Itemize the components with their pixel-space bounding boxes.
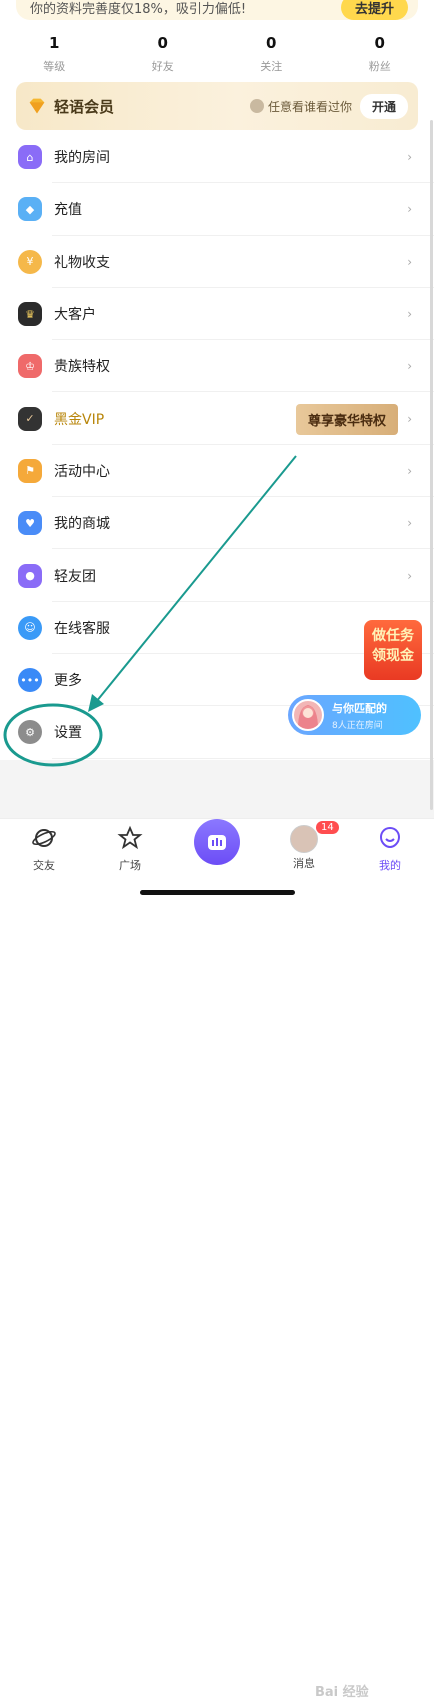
menu-item-my-shop[interactable]: ♥ 我的商城 › [0, 497, 434, 549]
chevron-right-icon: › [407, 359, 412, 373]
person-icon [250, 99, 264, 113]
profile-completeness-text: 你的资料完善度仅18%，吸引力偏低! [30, 0, 246, 17]
task-cash-float-button[interactable]: 做任务 领现金 [364, 620, 422, 680]
chevron-right-icon: › [407, 412, 412, 426]
stats-row: 1 等级 0 好友 0 关注 0 粉丝 [0, 34, 434, 74]
coin-icon: ¥ [18, 250, 42, 274]
vip-icon: ✓ [18, 407, 42, 431]
stat-following[interactable]: 0 关注 [217, 34, 326, 74]
chevron-right-icon: › [407, 464, 412, 478]
vip-feature-text: 任意看谁看过你 [268, 98, 352, 115]
stat-label: 等级 [0, 58, 109, 74]
star-icon [117, 825, 143, 851]
menu-item-gift-income[interactable]: ¥ 礼物收支 › [0, 236, 434, 288]
group-icon: ● [18, 564, 42, 588]
menu-item-noble-privilege[interactable]: ♔ 贵族特权 › [0, 340, 434, 392]
menu-item-label: 礼物收支 [54, 252, 407, 272]
more-dots-icon: ••• [18, 668, 42, 692]
vip-open-button[interactable]: 开通 [360, 94, 408, 119]
stat-label: 好友 [109, 58, 218, 74]
match-subtitle: 8人正在房间 [332, 718, 387, 731]
stat-value: 1 [0, 34, 109, 56]
stat-label: 粉丝 [326, 58, 434, 74]
luxury-privilege-tag[interactable]: 尊享豪华特权 [296, 404, 398, 435]
menu-item-label: 活动中心 [54, 461, 407, 481]
profile-completeness-banner: 你的资料完善度仅18%，吸引力偏低! 去提升 [16, 0, 418, 20]
menu-item-label: 更多 [54, 670, 412, 690]
stat-value: 0 [109, 34, 218, 56]
tab-label: 广场 [100, 857, 160, 873]
menu-item-label: 贵族特权 [54, 356, 407, 376]
match-float-button[interactable]: 与你匹配的 8人正在房间 [288, 695, 421, 735]
tab-social[interactable]: 交友 [14, 825, 74, 873]
menu-item-friend-group[interactable]: ● 轻友团 › [0, 549, 434, 601]
audio-room-icon [206, 831, 228, 853]
stat-value: 0 [326, 34, 434, 56]
menu-item-big-client[interactable]: ♛ 大客户 › [0, 288, 434, 340]
stat-level[interactable]: 1 等级 [0, 34, 109, 74]
home-indicator [140, 890, 295, 895]
bottom-tab-bar: 交友 广场 消息 14 我的 Bai 经验 [0, 818, 434, 909]
vip-title: 轻语会员 [54, 96, 250, 117]
shop-bag-icon: ♥ [18, 511, 42, 535]
chevron-right-icon: › [407, 150, 412, 164]
match-title: 与你匹配的 [332, 700, 387, 716]
menu-item-label: 我的房间 [54, 147, 407, 167]
menu-item-label: 轻友团 [54, 566, 407, 586]
stat-label: 关注 [217, 58, 326, 74]
match-avatar [292, 699, 324, 731]
gold-diamond-icon [26, 95, 48, 117]
menu-item-my-room[interactable]: ⌂ 我的房间 › [0, 131, 434, 183]
menu-item-activity-center[interactable]: ⚑ 活动中心 › [0, 445, 434, 497]
stat-friends[interactable]: 0 好友 [109, 34, 218, 74]
baidu-watermark: Bai 经验 [315, 1681, 369, 1700]
planet-icon [31, 825, 57, 851]
voice-room-center-button[interactable] [194, 819, 240, 865]
tab-label: 我的 [360, 857, 420, 873]
menu-item-label: 我的商城 [54, 513, 407, 533]
tab-square[interactable]: 广场 [100, 825, 160, 873]
tab-label: 交友 [14, 857, 74, 873]
chevron-right-icon: › [407, 569, 412, 583]
tab-label: 消息 [274, 855, 334, 871]
diamond-icon: ◆ [18, 197, 42, 221]
tab-mine[interactable]: 我的 [360, 825, 420, 873]
support-chat-icon: ☺ [18, 616, 42, 640]
unread-message-badge: 14 [316, 821, 339, 834]
vip-membership-card[interactable]: 轻语会员 任意看谁看过你 开通 [16, 82, 418, 130]
crown-icon: ♛ [18, 302, 42, 326]
stat-value: 0 [217, 34, 326, 56]
task-line-2: 领现金 [364, 646, 422, 666]
crown-badge-icon: ♔ [18, 354, 42, 378]
scrollbar[interactable] [430, 120, 433, 810]
chevron-right-icon: › [407, 202, 412, 216]
menu-item-black-gold-vip[interactable]: ✓ 黑金VIP 尊享豪华特权 › [0, 392, 434, 444]
chevron-right-icon: › [407, 307, 412, 321]
menu-item-label: 大客户 [54, 304, 407, 324]
house-icon: ⌂ [18, 145, 42, 169]
menu-item-label: 在线客服 [54, 618, 412, 638]
flag-icon: ⚑ [18, 459, 42, 483]
chevron-right-icon: › [407, 255, 412, 269]
improve-profile-button[interactable]: 去提升 [341, 0, 408, 20]
avatar-message-icon [290, 825, 318, 853]
menu-item-label: 充值 [54, 199, 407, 219]
gear-icon: ⚙ [18, 720, 42, 744]
stat-fans[interactable]: 0 粉丝 [326, 34, 434, 74]
task-line-1: 做任务 [364, 626, 422, 646]
empty-footer-area [0, 760, 434, 818]
profile-icon [377, 825, 403, 851]
menu-item-recharge[interactable]: ◆ 充值 › [0, 183, 434, 235]
chevron-right-icon: › [407, 516, 412, 530]
